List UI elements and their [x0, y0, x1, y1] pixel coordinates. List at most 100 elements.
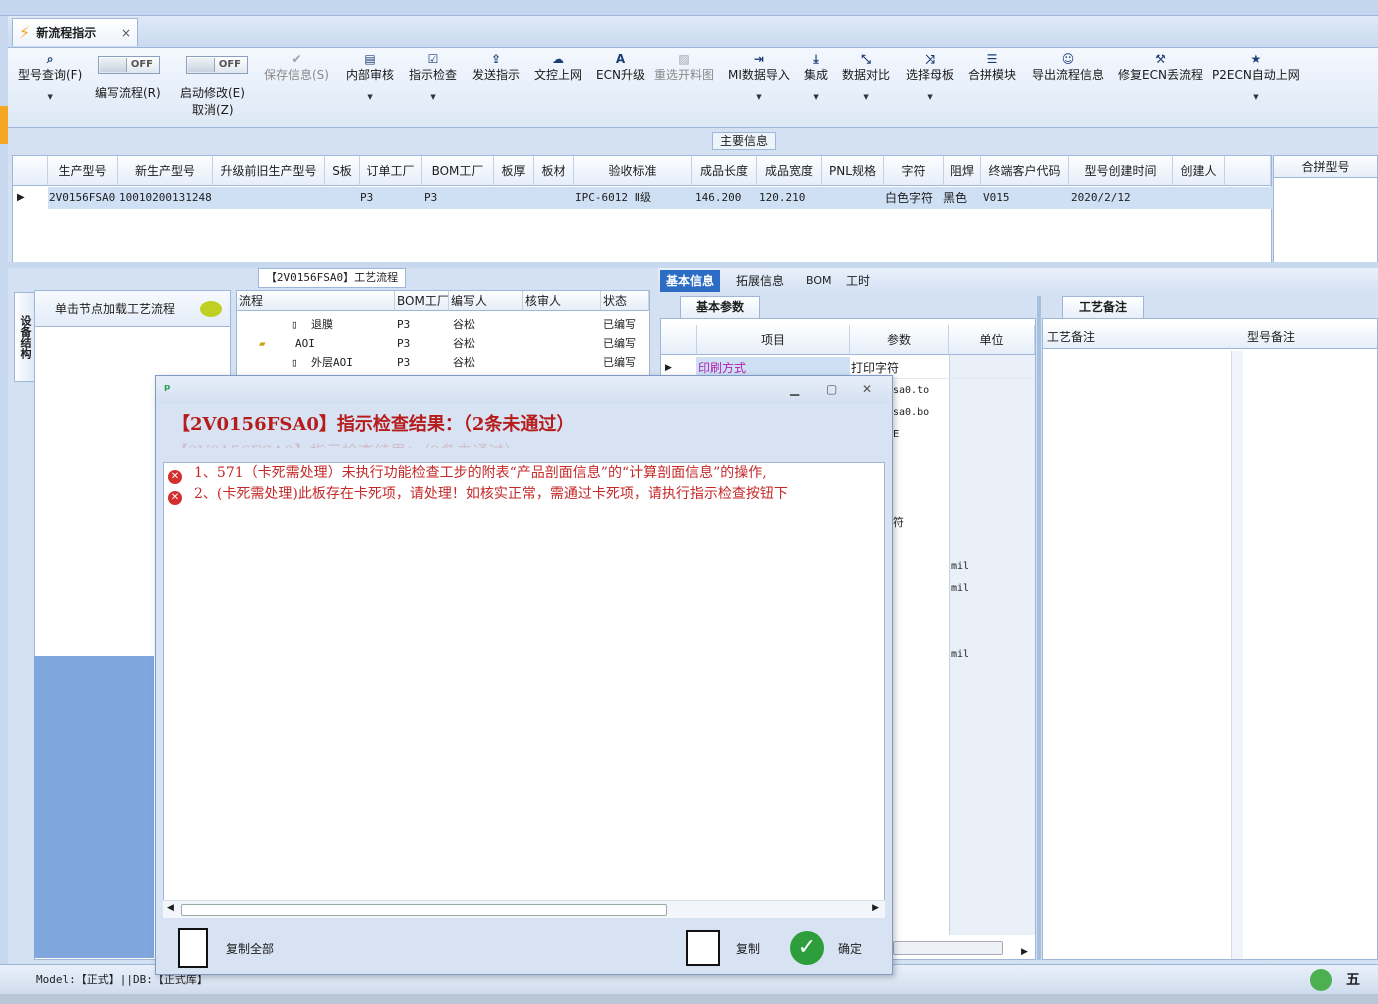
column-header[interactable]: 状态 — [601, 291, 649, 311]
cancel-label[interactable]: 取消(Z) — [192, 101, 234, 118]
vertical-scrollbar[interactable] — [1231, 351, 1243, 959]
merge-module-button[interactable]: ☰ 合拼模块 — [968, 52, 1016, 83]
speech-bubble-icon — [200, 301, 222, 317]
horizontal-scrollbar[interactable]: ◀ ▶ — [163, 900, 885, 918]
tab-label: 新流程指示 — [36, 26, 97, 40]
tab-equipment-structure[interactable]: 设备结构 — [14, 292, 36, 382]
process-title: 【2V0156FSA0】工艺流程 — [258, 268, 406, 288]
instruction-check-button[interactable]: ☑ 指示检查 ▼ — [409, 52, 457, 101]
chevron-down-icon[interactable]: ▼ — [346, 93, 394, 101]
column-header[interactable]: 项目 — [697, 325, 850, 355]
column-header-blank — [1225, 156, 1271, 186]
reselect-map-button[interactable]: ▨ 重选开料图 — [654, 52, 714, 83]
copy-icon — [686, 930, 720, 966]
tab-basic-info[interactable]: 基本信息 — [660, 270, 721, 292]
column-header[interactable]: 阻焊 — [944, 156, 981, 186]
column-header[interactable]: 验收标准 — [574, 156, 692, 186]
tab-new-flow[interactable]: ⚡ 新流程指示 × — [12, 18, 138, 46]
column-header[interactable]: 流程 — [237, 291, 395, 311]
column-header[interactable]: 终端客户代码 — [981, 156, 1069, 186]
scroll-right-icon[interactable]: ▶ — [1021, 941, 1028, 963]
column-header[interactable]: 型号备注 — [1243, 325, 1377, 349]
tab-bom[interactable]: BOM — [800, 270, 838, 292]
doc-upload-button[interactable]: ☁ 文控上网 — [534, 52, 582, 83]
chevron-down-icon[interactable]: ▼ — [1212, 93, 1300, 101]
scroll-left-icon[interactable]: ◀ — [167, 903, 174, 913]
chevron-down-icon[interactable]: ▼ — [804, 93, 828, 101]
column-header[interactable]: BOM工厂 — [422, 156, 494, 186]
column-header[interactable]: 型号创建时间 — [1069, 156, 1173, 186]
row-selector-arrow[interactable]: ▶ — [13, 187, 48, 209]
column-header[interactable]: 字符 — [884, 156, 944, 186]
horizontal-scrollbar[interactable] — [893, 941, 1003, 955]
column-header[interactable]: 升级前旧生产型号 — [213, 156, 325, 186]
column-header[interactable]: 参数 — [850, 325, 949, 355]
column-header[interactable]: 单位 — [949, 325, 1035, 355]
select-parent-button[interactable]: ⤨ 选择母板 ▼ — [906, 52, 954, 101]
param-fragment: sa0.bo — [893, 407, 930, 418]
search-icon: ⌕ — [46, 52, 54, 66]
chevron-down-icon[interactable]: ▼ — [409, 93, 457, 101]
chevron-down-icon[interactable]: ▼ — [906, 93, 954, 101]
column-header[interactable]: 订单工厂 — [360, 156, 422, 186]
column-header[interactable]: PNL规格 — [822, 156, 884, 186]
maximize-icon[interactable]: ▢ — [826, 382, 837, 396]
close-icon[interactable]: ✕ — [862, 382, 872, 396]
column-header[interactable]: 工艺备注 — [1043, 325, 1243, 349]
column-header[interactable]: S板 — [325, 156, 360, 186]
ime-icon[interactable] — [1310, 969, 1332, 991]
p2ecn-upload-button[interactable]: ★ P2ECN自动上网 ▼ — [1212, 52, 1300, 101]
scrollbar-thumb[interactable] — [181, 904, 667, 916]
check-circle-icon: ✓ — [790, 931, 824, 965]
send-instruction-button[interactable]: ⇪ 发送指示 — [472, 52, 520, 83]
ok-button[interactable]: ✓ 确定 — [790, 922, 862, 974]
vertical-splitter[interactable] — [1037, 296, 1041, 960]
list-item[interactable]: ✕ 2、(卡死需处理)此板存在卡死项，请处理！如核实正常，需通过卡死项，请执行指示… — [168, 484, 788, 505]
column-header[interactable]: 核审人 — [523, 291, 601, 311]
tree-node[interactable]: 退膜 — [311, 315, 333, 334]
app-logo-icon: ᵖ — [164, 382, 171, 398]
message-list: ✕ 1、571（卡死需处理）未执行功能检查工步的附表“产品剖面信息”的“计算剖面信… — [163, 462, 885, 918]
chevron-down-icon[interactable]: ▼ — [842, 93, 890, 101]
column-header[interactable]: 板厚 — [494, 156, 534, 186]
integrate-button[interactable]: ⤓ 集成 ▼ — [804, 52, 828, 101]
tab-process-notes[interactable]: 工艺备注 — [1062, 296, 1144, 318]
sign-in-icon: ⇥ — [753, 52, 764, 66]
model-query-button[interactable]: ⌕ 型号查询(F) ▼ — [18, 52, 82, 101]
write-flow-toggle[interactable]: OFF — [98, 56, 160, 74]
column-header[interactable]: 新生产型号 — [118, 156, 213, 186]
save-info-button[interactable]: ✔ 保存信息(S) — [264, 52, 329, 83]
scroll-right-icon[interactable]: ▶ — [872, 903, 879, 913]
column-header[interactable]: BOM工厂 — [395, 291, 449, 311]
export-flow-button[interactable]: ☺ 导出流程信息 — [1032, 52, 1104, 83]
tree-node[interactable]: 外层AOI — [311, 353, 353, 372]
chevron-down-icon[interactable]: ▼ — [18, 93, 82, 101]
minimize-icon[interactable]: ▁ — [790, 382, 799, 396]
ime-label[interactable]: 五 — [1346, 965, 1360, 995]
column-header[interactable]: 成品长度 — [692, 156, 757, 186]
mi-import-button[interactable]: ⇥ MI数据导入 ▼ — [728, 52, 790, 101]
tab-extended-info[interactable]: 拓展信息 — [730, 270, 790, 292]
left-panel-fill — [34, 656, 154, 958]
tree-node[interactable]: AOI — [295, 334, 315, 353]
repair-ecn-button[interactable]: ⚒ 修复ECN丢流程 — [1118, 52, 1203, 83]
tree-writer: 谷松 — [453, 318, 475, 331]
close-icon[interactable]: × — [121, 26, 131, 40]
tab-hours[interactable]: 工时 — [840, 270, 876, 292]
folder-icon: ▰ — [259, 337, 266, 350]
copy-all-button[interactable]: 复制全部 — [178, 922, 274, 974]
column-header[interactable]: 生产型号 — [48, 156, 118, 186]
column-header[interactable]: 板材 — [534, 156, 574, 186]
column-header[interactable]: 编写人 — [449, 291, 523, 311]
chevron-down-icon[interactable]: ▼ — [728, 93, 790, 101]
start-modify-toggle[interactable]: OFF — [186, 56, 248, 74]
document-tab-bar — [8, 16, 1378, 48]
tab-basic-params[interactable]: 基本参数 — [680, 296, 760, 318]
ecn-upgrade-button[interactable]: A ECN升级 — [596, 52, 645, 83]
column-header[interactable]: 创建人 — [1173, 156, 1225, 186]
data-compare-button[interactable]: ⤡ 数据对比 ▼ — [842, 52, 890, 101]
column-header[interactable]: 成品宽度 — [757, 156, 822, 186]
internal-review-button[interactable]: ▤ 内部审核 ▼ — [346, 52, 394, 101]
copy-button[interactable]: 复制 — [686, 922, 760, 974]
list-item[interactable]: ✕ 1、571（卡死需处理）未执行功能检查工步的附表“产品剖面信息”的“计算剖面信… — [168, 463, 767, 484]
